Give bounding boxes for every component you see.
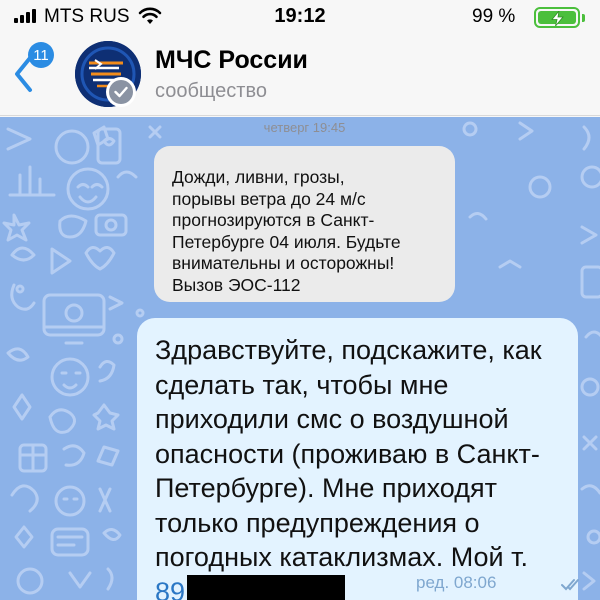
incoming-message-text: Дожди, ливни, грозы, порывы ветра до 24 … bbox=[172, 167, 401, 295]
battery-icon bbox=[534, 7, 580, 28]
outgoing-message-bubble[interactable]: Здравствуйте, подскажите, как сделать та… bbox=[137, 318, 578, 600]
chevron-doodle bbox=[6, 127, 32, 151]
status-bar: MTS RUS 19:12 99 % bbox=[0, 0, 600, 36]
message-date: четверг 19:45 bbox=[263, 120, 346, 135]
battery-percent: 99 % bbox=[472, 6, 516, 27]
chat-subtitle: сообщество bbox=[155, 80, 267, 102]
chat-title[interactable]: МЧС России bbox=[155, 46, 308, 75]
chat-header: 11 МЧС России сообщество bbox=[0, 36, 600, 116]
unread-badge[interactable]: 11 bbox=[28, 42, 54, 68]
charging-bolt-icon bbox=[551, 11, 564, 26]
phone-number-link[interactable]: 89 bbox=[155, 577, 185, 600]
incoming-message-bubble[interactable]: Дожди, ливни, грозы, порывы ветра до 24 … bbox=[154, 146, 455, 302]
message-edited-time: ред. 08:06 bbox=[416, 573, 497, 592]
verified-badge bbox=[106, 77, 136, 107]
verified-check-icon bbox=[114, 86, 128, 98]
battery-cap bbox=[582, 14, 585, 22]
outgoing-message-text: Здравствуйте, подскажите, как сделать та… bbox=[155, 333, 564, 600]
redacted-phone-block bbox=[187, 574, 346, 600]
outgoing-message-body: Здравствуйте, подскажите, как сделать та… bbox=[155, 335, 542, 572]
double-check-icon bbox=[561, 579, 579, 591]
